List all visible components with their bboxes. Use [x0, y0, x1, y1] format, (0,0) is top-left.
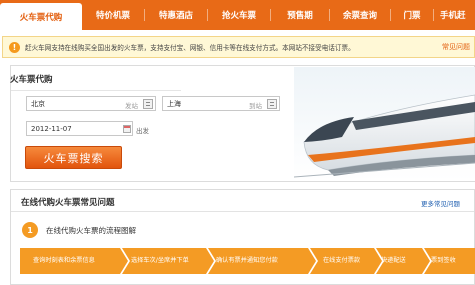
booking-title: 火车票代购 — [10, 75, 53, 85]
nav-tab-label: 余票查询 — [342, 11, 377, 21]
departure-label: 出发 — [136, 127, 149, 135]
departure-date-value: 2012-11-07 — [31, 124, 72, 133]
from-station-input[interactable]: 北京 发站 — [26, 96, 156, 111]
nav-tab-train-ticket[interactable]: 火车票代购 — [0, 3, 82, 30]
nav-tab-presale[interactable]: 预售期 — [271, 0, 329, 30]
process-step-label: 查询时刻表和余票信息 — [33, 257, 95, 264]
process-step-label: 确认有票并通知您付款 — [216, 257, 278, 264]
nav-tab-hotels[interactable]: 特惠酒店 — [145, 0, 207, 30]
nav-tab-label: 火车票代购 — [19, 12, 63, 23]
from-station-value: 北京 — [31, 99, 45, 108]
nav-tab-label: 门票 — [403, 11, 421, 21]
from-station-placeholder: 发站 — [125, 102, 138, 110]
nav-tab-mobile[interactable]: 手机赶 — [434, 0, 472, 30]
nav-tab-label: 预售期 — [287, 11, 313, 21]
search-tickets-button[interactable]: 火车票搜索 — [25, 146, 122, 169]
notice-bar: ! 赶火车网支持在线购买全国出发的火车票，支持支付宝、网银、信用卡等在线支付方式… — [2, 36, 475, 58]
to-station-placeholder: 到站 — [249, 102, 262, 110]
nav-tab-label: 特价机票 — [95, 11, 130, 21]
more-faq-link[interactable]: 更多常见问题 — [421, 198, 460, 208]
process-step-label: 在线支付票款 — [323, 257, 361, 264]
info-icon: ! — [9, 41, 20, 53]
train-illustration — [294, 67, 475, 181]
station-picker-icon[interactable] — [143, 99, 153, 109]
process-step-label: 快递配送 — [381, 257, 406, 264]
nav-tab-label: 手机赶 — [440, 11, 466, 21]
calendar-icon[interactable] — [123, 125, 131, 133]
departure-date-input[interactable]: 2012-11-07 — [26, 121, 133, 136]
faq-title: 在线代购火车票常见问题 — [21, 198, 115, 208]
nav-tab-label: 抢火车票 — [221, 11, 256, 21]
nav-tab-label: 特惠酒店 — [158, 11, 193, 21]
notice-text: 赶火车网支持在线购买全国出发的火车票，支持支付宝、网银、信用卡等在线支付方式。本… — [25, 44, 355, 52]
process-step-label: 票到签收 — [431, 257, 456, 264]
nav-tab-grab-tickets[interactable]: 抢火车票 — [208, 0, 270, 30]
step-title: 在线代购火车票的流程图解 — [46, 226, 136, 235]
nav-tab-flights[interactable]: 特价机票 — [82, 0, 144, 30]
top-nav: 火车票代购 特价机票 特惠酒店 抢火车票 预售期 余票查询 门票 手机赶 — [0, 0, 475, 30]
step-number-badge: 1 — [22, 222, 38, 238]
to-station-input[interactable]: 上海 到站 — [162, 96, 280, 111]
faq-link[interactable]: 常见问题 — [442, 42, 470, 52]
station-picker-icon[interactable] — [267, 99, 277, 109]
divider — [11, 211, 474, 212]
nav-tab-attraction-tickets[interactable]: 门票 — [391, 0, 433, 30]
divider — [11, 90, 181, 91]
process-step-label: 选择车次/坐席并下单 — [131, 257, 189, 264]
nav-tab-remaining-tickets[interactable]: 余票查询 — [330, 0, 390, 30]
to-station-value: 上海 — [167, 99, 181, 108]
